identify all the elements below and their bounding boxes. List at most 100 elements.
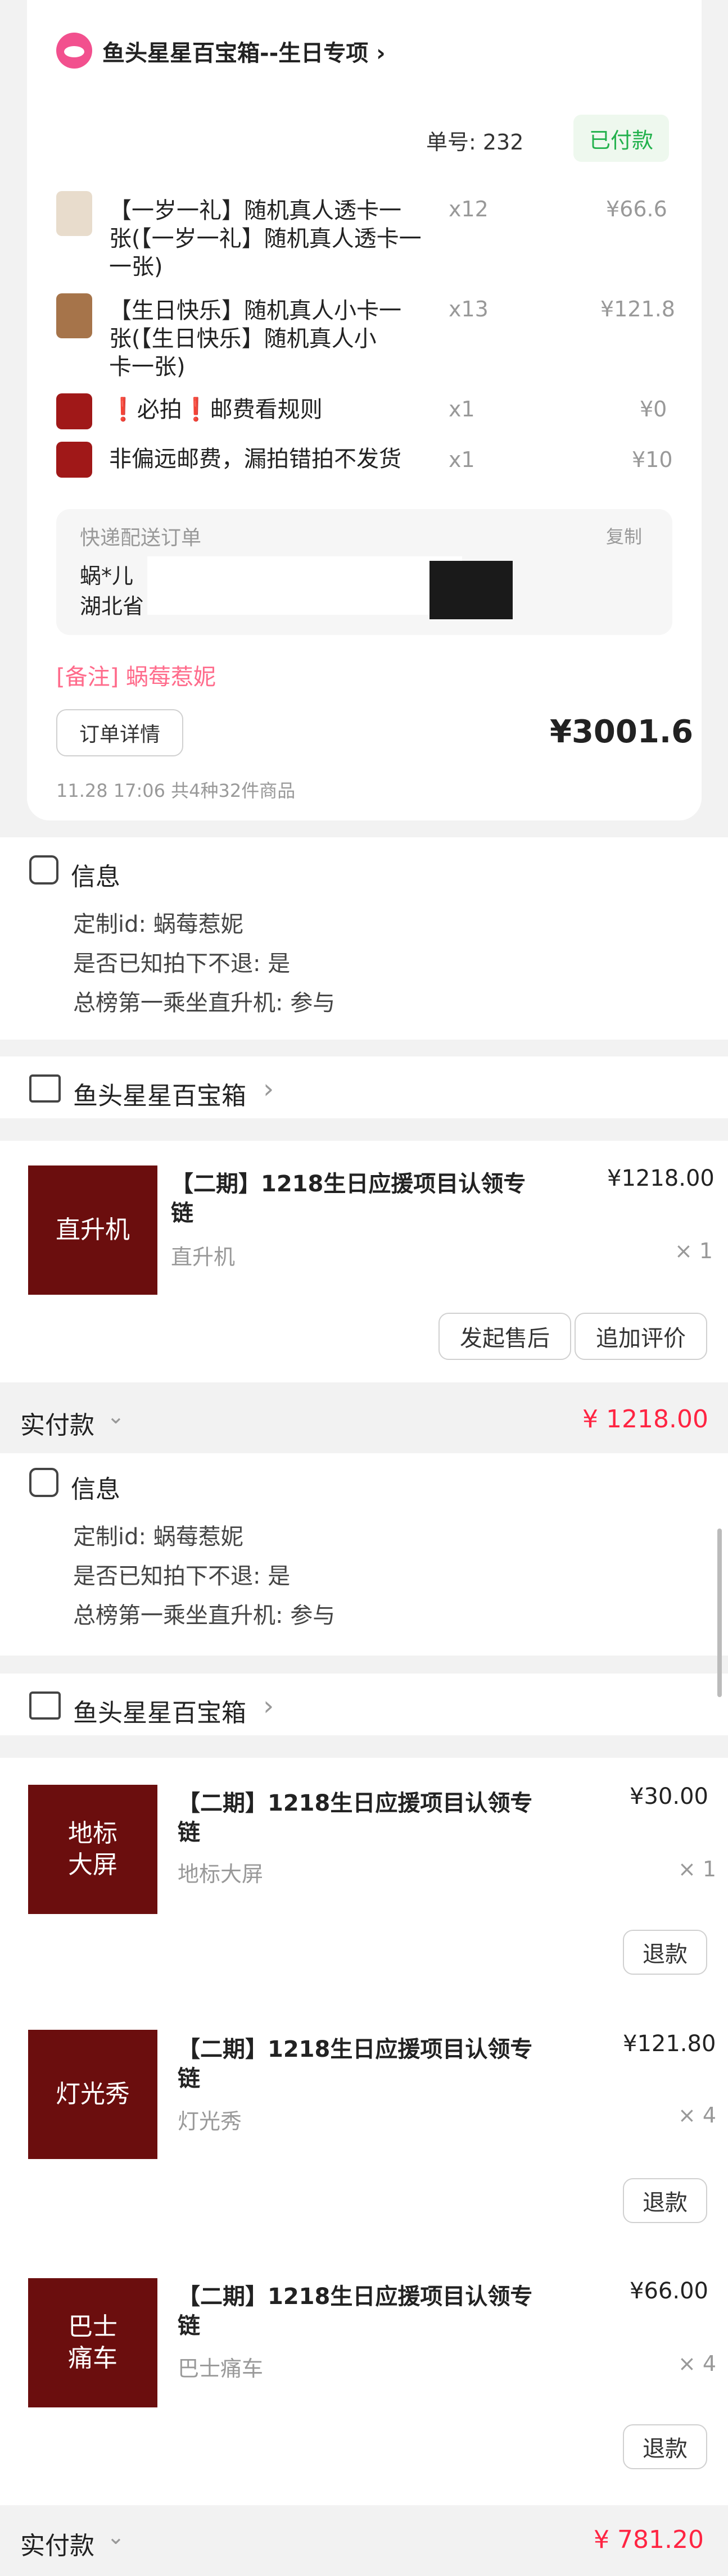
shop-icon (29, 1074, 61, 1103)
product-price: ¥0 (640, 397, 667, 421)
order-detail-button[interactable]: 订单详情 (56, 709, 183, 756)
chevron-down-icon[interactable]: ⌄ (107, 1404, 125, 1428)
refund-label: 退款 (643, 2190, 688, 2216)
product-thumbnail[interactable] (56, 393, 92, 429)
product-qty: x12 (449, 197, 489, 221)
paid-row: 实付款 ⌄ ¥ 1218.00 (0, 1382, 728, 1453)
thumb-text: 灯光秀 (56, 2080, 130, 2108)
paid-amount: ¥ 781.20 (594, 2525, 704, 2554)
product-thumbnail[interactable]: 直升机 (28, 1165, 157, 1295)
info-line: 定制id: 蜗莓惹妮 (73, 1524, 243, 1550)
chevron-down-icon[interactable]: ⌄ (107, 2524, 125, 2549)
order-card: 鱼头星星百宝箱--生日专项 › 单号: 232 已付款 【一岁一礼】随机真人透卡… (27, 0, 702, 820)
shop-logo-icon (56, 33, 92, 69)
copy-button[interactable]: 复制 (606, 523, 642, 548)
product-thumbnail[interactable]: 灯光秀 (28, 2030, 157, 2159)
product-qty: x1 (449, 397, 475, 421)
refund-label: 退款 (643, 1942, 688, 1967)
product-title[interactable]: 链 (171, 1195, 193, 1227)
map-thumbnail (429, 561, 513, 619)
product-title[interactable]: 卡一张) (109, 348, 186, 381)
refund-button[interactable]: 退款 (623, 2178, 707, 2223)
product-title[interactable]: 链 (178, 2307, 200, 2340)
product-thumbnail[interactable]: 地标 大屏 (28, 1785, 157, 1914)
after-sale-button[interactable]: 发起售后 (438, 1313, 571, 1360)
product-qty: × 4 (678, 2351, 717, 2376)
product-thumbnail[interactable] (56, 191, 92, 236)
thumb-text: 巴士 (68, 2312, 117, 2341)
add-review-button[interactable]: 追加评价 (575, 1313, 707, 1360)
info-line: 是否已知拍下不退: 是 (73, 1563, 291, 1589)
info-line: 总榜第一乘坐直升机: 参与 (73, 1603, 336, 1629)
thumb-text: 直升机 (56, 1216, 130, 1244)
info-line: 是否已知拍下不退: 是 (73, 951, 291, 977)
info-title: 信息 (71, 1475, 120, 1504)
add-review-label: 追加评价 (596, 1326, 686, 1352)
product-title[interactable]: 【二期】1218生日应援项目认领专 (171, 1165, 526, 1198)
info-line: 定制id: 蜗莓惹妮 (73, 911, 243, 937)
paid-label[interactable]: 实付款 (20, 1405, 94, 1441)
product-price: ¥121.8 (600, 297, 675, 321)
refund-button[interactable]: 退款 (623, 2424, 707, 2469)
chevron-right-icon: › (263, 1690, 274, 1722)
order-detail-label: 订单详情 (79, 723, 160, 746)
shop-icon (29, 1691, 61, 1720)
product-thumbnail[interactable] (56, 442, 92, 478)
product-price: ¥66.00 (630, 2278, 708, 2304)
product-row[interactable]: 直升机 【二期】1218生日应援项目认领专 链 直升机 ¥1218.00 × 1… (0, 1141, 728, 1382)
product-thumbnail[interactable]: 巴士 痛车 (28, 2278, 157, 2407)
shop-name[interactable]: 鱼头星星百宝箱 (73, 1076, 246, 1112)
order-remark: [备注] 蜗莓惹妮 (56, 664, 216, 690)
order-meta: 11.28 17:06 共4种32件商品 (56, 780, 296, 801)
chevron-right-icon: › (263, 1073, 274, 1105)
product-qty: × 4 (678, 2103, 717, 2128)
product-price: ¥30.00 (630, 1784, 708, 1809)
product-title[interactable]: 【二期】1218生日应援项目认领专 (178, 1785, 532, 1817)
shop-header[interactable]: 鱼头星星百宝箱 › (0, 1674, 728, 1735)
paid-row: 实付款 ⌄ ¥ 781.20 (0, 2505, 728, 2576)
info-line: 总榜第一乘坐直升机: 参与 (73, 990, 336, 1016)
product-spec: 地标大屏 (178, 1862, 264, 1886)
order-number: 单号: 232 (426, 130, 524, 155)
product-title[interactable]: 【二期】1218生日应援项目认领专 (178, 2031, 532, 2063)
receiver-name: 蜗*儿 (80, 564, 134, 588)
address-redaction (147, 556, 462, 615)
after-sale-label: 发起售后 (460, 1326, 550, 1352)
product-title[interactable]: 一张) (109, 248, 163, 281)
shop-header[interactable]: 鱼头星星百宝箱 › (0, 1056, 728, 1118)
product-title[interactable]: 【二期】1218生日应援项目认领专 (178, 2278, 532, 2311)
thumb-text: 大屏 (68, 1851, 117, 1879)
product-spec: 直升机 (171, 1245, 236, 1269)
product-title[interactable]: 非偏远邮费，漏拍错拍不发货 (109, 441, 401, 473)
product-thumbnail[interactable] (56, 293, 92, 338)
paid-label[interactable]: 实付款 (20, 2525, 94, 2561)
scrollbar[interactable] (717, 1529, 722, 1697)
thumb-text: 地标 (68, 1819, 117, 1848)
refund-button[interactable]: 退款 (623, 1930, 707, 1975)
delivery-box: 快递配送订单 复制 蜗*儿 湖北省 (56, 509, 672, 635)
product-spec: 灯光秀 (178, 2109, 242, 2134)
product-price: ¥1218.00 (607, 1165, 715, 1191)
product-qty: x1 (449, 447, 475, 472)
info-section: 信息 定制id: 蜗莓惹妮 是否已知拍下不退: 是 总榜第一乘坐直升机: 参与 (0, 837, 728, 1040)
status-badge: 已付款 (573, 115, 669, 162)
refund-label: 退款 (643, 2436, 688, 2462)
product-price: ¥66.6 (606, 197, 667, 221)
product-price: ¥10 (632, 447, 673, 472)
product-list: 地标 大屏 【二期】1218生日应援项目认领专 链 地标大屏 ¥30.00 × … (0, 1758, 728, 2505)
thumb-text: 痛车 (68, 2344, 117, 2373)
paid-amount: ¥ 1218.00 (582, 1405, 708, 1434)
receiver-province: 湖北省 (80, 594, 144, 619)
product-qty: x13 (449, 297, 489, 321)
delivery-label: 快递配送订单 (80, 527, 202, 550)
product-qty: × 1 (675, 1239, 713, 1263)
shop-name-link[interactable]: 鱼头星星百宝箱--生日专项 › (102, 35, 386, 67)
product-title[interactable]: 链 (178, 2060, 200, 2093)
info-title: 信息 (71, 863, 120, 891)
info-section: 信息 定制id: 蜗莓惹妮 是否已知拍下不退: 是 总榜第一乘坐直升机: 参与 (0, 1453, 728, 1656)
shop-name[interactable]: 鱼头星星百宝箱 (73, 1693, 246, 1729)
product-spec: 巴士痛车 (178, 2356, 264, 2381)
product-title[interactable]: 链 (178, 1814, 200, 1847)
status-text: 已付款 (589, 128, 653, 153)
product-title[interactable]: ❗必拍❗邮费看规则 (109, 391, 323, 424)
